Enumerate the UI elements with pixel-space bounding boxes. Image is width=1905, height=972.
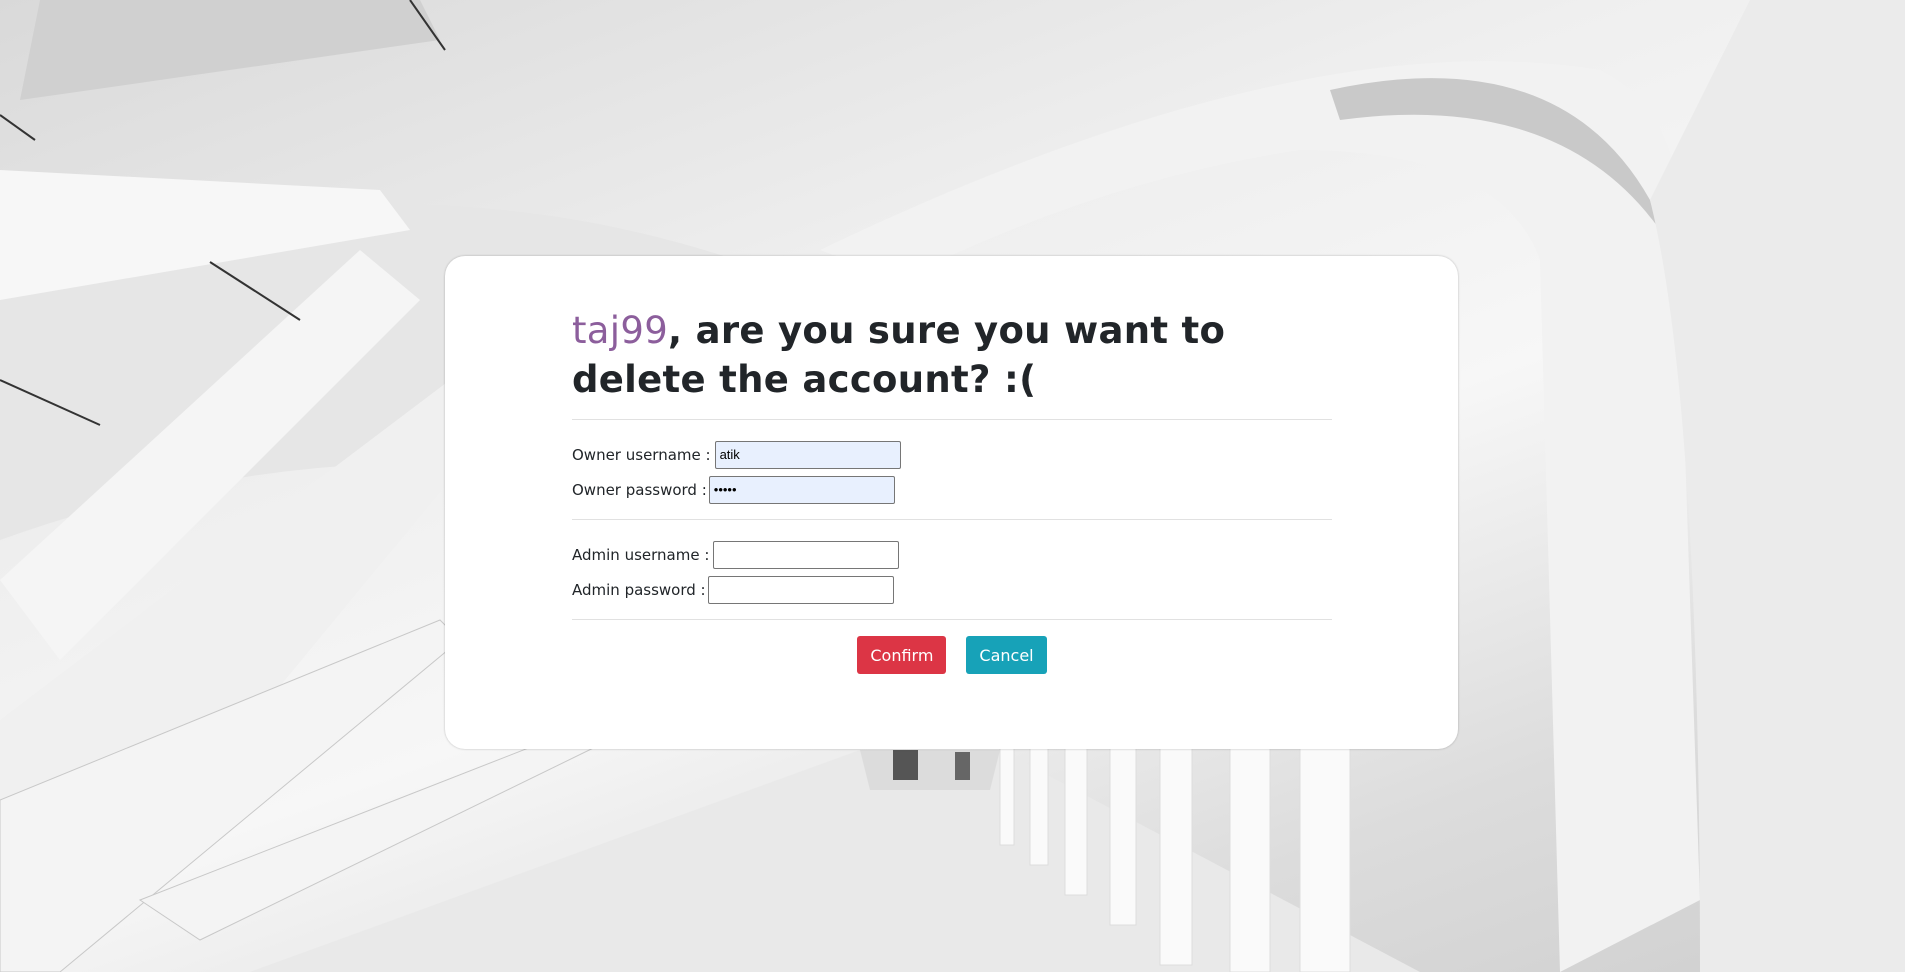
dialog-question: , are you sure you want to delete the ac… xyxy=(572,309,1226,401)
dialog-actions: Confirm Cancel xyxy=(572,636,1332,674)
dialog-title: taj99, are you sure you want to delete t… xyxy=(572,306,1332,404)
owner-username-input[interactable] xyxy=(714,440,901,469)
owner-password-label: Owner password : xyxy=(572,480,707,499)
owner-password-input[interactable] xyxy=(708,475,895,504)
owner-password-row: Owner password : xyxy=(572,472,1332,507)
admin-username-label: Admin username : xyxy=(572,545,710,564)
admin-username-input[interactable] xyxy=(713,540,900,569)
admin-password-label: Admin password : xyxy=(572,580,706,599)
owner-username-row: Owner username : xyxy=(572,437,1332,472)
dialog-content: taj99, are you sure you want to delete t… xyxy=(572,306,1332,674)
admin-password-input[interactable] xyxy=(707,575,894,604)
divider xyxy=(572,619,1332,620)
admin-password-row: Admin password : xyxy=(572,572,1332,607)
admin-credentials: Admin username : Admin password : xyxy=(572,520,1332,607)
account-username: taj99 xyxy=(572,309,669,352)
owner-username-label: Owner username : xyxy=(572,445,711,464)
admin-username-row: Admin username : xyxy=(572,537,1332,572)
confirm-button[interactable]: Confirm xyxy=(857,636,947,674)
cancel-button[interactable]: Cancel xyxy=(966,636,1047,674)
owner-credentials: Owner username : Owner password : xyxy=(572,420,1332,507)
delete-account-dialog: taj99, are you sure you want to delete t… xyxy=(445,256,1458,749)
